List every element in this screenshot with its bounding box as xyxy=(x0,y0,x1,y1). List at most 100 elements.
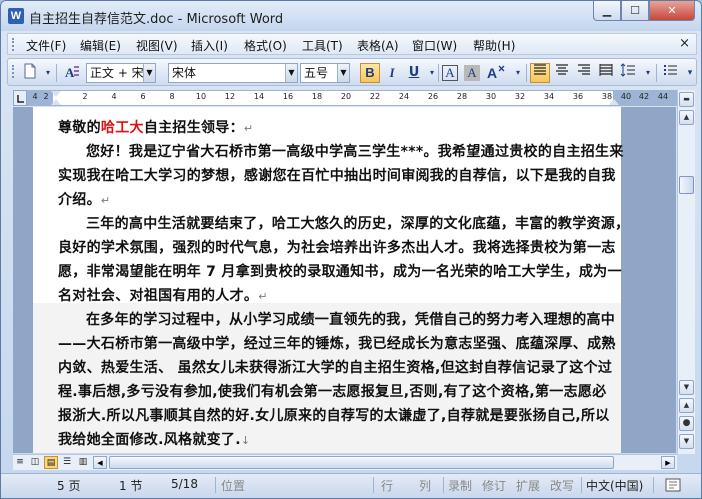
chevron-down-icon[interactable]: ▼ xyxy=(143,64,155,82)
menu-help[interactable]: 帮助(H) xyxy=(473,37,515,54)
ruler-tick: 22 xyxy=(369,92,381,101)
spelling-status-icon[interactable] xyxy=(665,478,683,495)
record-indicator[interactable]: 录制 xyxy=(448,477,472,494)
align-right-icon[interactable] xyxy=(574,63,594,83)
formatting-toolbar: ▾ A 正文 + 宋体 ▼ 宋体 ▼ 五号 ▼ B I U ▾ A A A ▾ xyxy=(7,58,697,86)
ruler-tick: 44 xyxy=(657,92,669,101)
chevron-down-icon[interactable]: ▼ xyxy=(285,64,297,82)
distribute-icon[interactable] xyxy=(596,63,616,83)
hanging-indent-marker[interactable] xyxy=(51,99,61,105)
revise-indicator[interactable]: 修订 xyxy=(482,477,506,494)
next-page-icon[interactable]: ▼ xyxy=(679,434,694,449)
ruler-tick: 30 xyxy=(485,92,497,101)
status-separator xyxy=(443,477,444,493)
underline-button[interactable]: U xyxy=(404,63,424,83)
menu-tools[interactable]: 工具(T) xyxy=(302,37,343,54)
paragraph-line: 您好！我是辽宁省大石桥市第一高级中学高三学生***。我希望通过贵校的自主招生来 xyxy=(86,144,624,160)
ruler-tick: 24 xyxy=(398,92,410,101)
menu-bar: 文件(F) 编辑(E) 视图(V) 插入(I) 格式(O) 工具(T) 表格(A… xyxy=(7,33,697,55)
format-painter-icon[interactable]: A xyxy=(486,63,506,83)
document-close-icon[interactable]: × xyxy=(679,36,690,51)
language-indicator[interactable]: 中文(中国) xyxy=(586,477,643,494)
word-window: W 自主招生自荐信范文.doc - Microsoft Word ▁ ☐ ✕ 文… xyxy=(0,0,702,499)
overtype-indicator[interactable]: 改写 xyxy=(550,477,574,494)
status-section: 1 节 xyxy=(119,479,143,493)
menu-table[interactable]: 表格(A) xyxy=(357,37,399,54)
horizontal-scroll-thumb[interactable] xyxy=(109,456,614,469)
status-position: 位置 xyxy=(221,479,246,493)
word-app-icon[interactable]: W xyxy=(8,8,24,24)
painter-dropdown-icon[interactable]: ▾ xyxy=(508,63,528,83)
numbering-icon[interactable] xyxy=(660,63,680,83)
ruler-tick: 40 xyxy=(620,92,632,101)
normal-view-icon[interactable]: ≡ xyxy=(13,456,27,469)
toolbar-separator xyxy=(438,64,439,82)
ruler-toggle-icon[interactable]: ▬ xyxy=(679,92,694,107)
toolbar-dropdown-icon[interactable]: ▾ xyxy=(38,63,58,83)
status-separator xyxy=(373,477,374,493)
highlight-text: 哈工大 xyxy=(100,120,144,136)
outline-view-icon[interactable]: ☰ xyxy=(60,456,74,469)
styles-pane-icon[interactable]: A xyxy=(62,63,82,83)
style-combo[interactable]: 正文 + 宋体 ▼ xyxy=(86,63,156,83)
scroll-left-icon[interactable]: ◀ xyxy=(93,456,107,469)
font-combo[interactable]: 宋体 ▼ xyxy=(168,63,298,83)
menu-format[interactable]: 格式(O) xyxy=(244,37,287,54)
scroll-up-icon[interactable]: ▲ xyxy=(679,110,694,125)
chevron-down-icon[interactable]: ▼ xyxy=(337,64,349,82)
document-area: 尊敬的哈工大自主招生领导：↵ 您好！我是辽宁省大石桥市第一高级中学高三学生***… xyxy=(13,107,676,453)
paragraph-mark: ↵ xyxy=(243,122,254,135)
font-size-value: 五号 xyxy=(304,66,329,80)
underline-dropdown-icon[interactable]: ▾ xyxy=(422,63,442,83)
ruler-tick: 14 xyxy=(253,92,265,101)
paragraph-mark: ↵ xyxy=(100,194,111,207)
ruler-tick: 8 xyxy=(169,92,175,101)
tab-selector[interactable] xyxy=(13,90,27,106)
ruler-tick: 26 xyxy=(427,92,439,101)
line-spacing-dropdown-icon[interactable]: ▾ xyxy=(638,63,658,83)
character-border-button[interactable]: A xyxy=(442,65,458,81)
character-shading-button[interactable]: A xyxy=(464,65,480,81)
menu-insert[interactable]: 插入(I) xyxy=(191,37,228,54)
scroll-down-icon[interactable]: ▼ xyxy=(679,380,694,395)
italic-button[interactable]: I xyxy=(382,63,402,83)
paragraph-line: 愿，非常渴望能在明年 7 月拿到贵校的录取通知书，成为一名光荣的哈工大学生，成为… xyxy=(58,264,622,280)
vertical-scrollbar[interactable]: ▬ ▲ ▼ ▲ ● ▼ xyxy=(677,90,695,454)
toolbar-grip[interactable] xyxy=(12,65,15,78)
print-view-icon[interactable]: ▤ xyxy=(44,456,58,469)
right-indent-marker[interactable] xyxy=(609,99,619,105)
bold-button[interactable]: B xyxy=(360,63,380,83)
paragraph-line: 三年的高中生活就要结束了，哈工大悠久的历史，深厚的文化底蕴，丰富的教学资源， xyxy=(86,216,630,232)
svg-text:A: A xyxy=(65,65,75,80)
align-justify-icon[interactable] xyxy=(530,63,550,83)
new-document-icon[interactable] xyxy=(20,63,40,83)
menu-edit[interactable]: 编辑(E) xyxy=(80,37,121,54)
menu-file[interactable]: 文件(F) xyxy=(26,37,66,54)
scrollbar-thumb[interactable] xyxy=(679,176,694,194)
status-separator xyxy=(581,477,582,493)
align-center-icon[interactable] xyxy=(552,63,572,83)
font-size-combo[interactable]: 五号 ▼ xyxy=(300,63,350,83)
paragraph-line: 名对社会、对祖国有用的人才。↵ xyxy=(58,288,268,304)
close-button[interactable]: ✕ xyxy=(649,1,695,21)
previous-page-icon[interactable]: ▲ xyxy=(679,398,694,413)
horizontal-ruler[interactable]: 4 2 2 4 6 8 10 12 14 16 18 20 22 24 26 2… xyxy=(13,90,678,106)
document-page[interactable]: 尊敬的哈工大自主招生领导：↵ 您好！我是辽宁省大石桥市第一高级中学高三学生***… xyxy=(33,107,629,453)
extend-indicator[interactable]: 扩展 xyxy=(516,477,540,494)
minimize-button[interactable]: ▁ xyxy=(593,1,621,21)
line-break-mark: ↓ xyxy=(240,434,251,447)
line-spacing-icon[interactable] xyxy=(618,63,638,83)
menu-view[interactable]: 视图(V) xyxy=(136,37,178,54)
ruler-tick: 20 xyxy=(340,92,352,101)
horizontal-scrollbar[interactable]: ≡ ◫ ▤ ☰ ▥ ◀ ▶ xyxy=(13,454,677,470)
first-line-indent-marker[interactable] xyxy=(51,91,61,97)
menu-window[interactable]: 窗口(W) xyxy=(412,37,457,54)
web-view-icon[interactable]: ◫ xyxy=(28,456,42,469)
reading-view-icon[interactable]: ▥ xyxy=(76,456,90,469)
browse-object-icon[interactable]: ● xyxy=(679,416,694,431)
maximize-button[interactable]: ☐ xyxy=(621,1,649,21)
menubar-grip[interactable] xyxy=(12,38,15,51)
window-controls: ▁ ☐ ✕ xyxy=(593,1,695,21)
toolbar-options-icon[interactable]: ▾ xyxy=(680,63,700,83)
scroll-right-icon[interactable]: ▶ xyxy=(661,456,675,469)
